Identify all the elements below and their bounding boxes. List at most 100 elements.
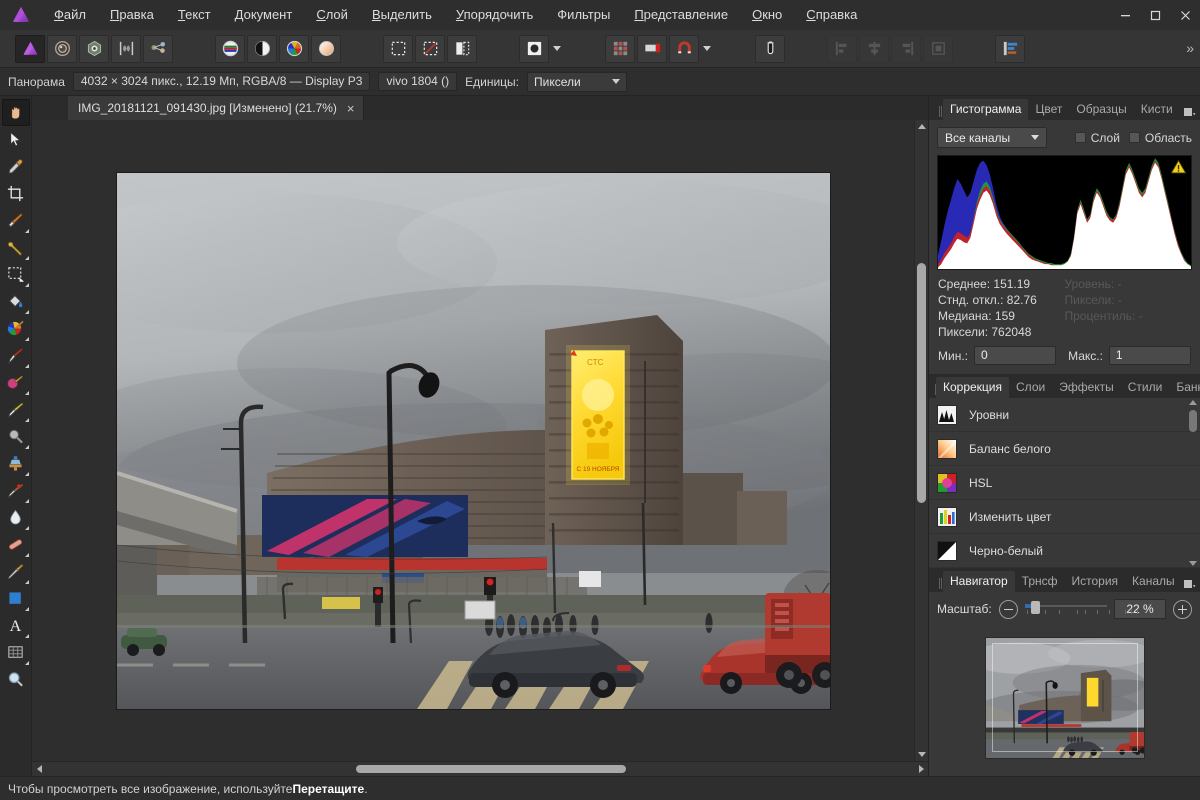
zoom-slider[interactable] <box>1025 601 1107 617</box>
horizontal-scroll-track[interactable] <box>46 762 914 776</box>
adjustment-item-hsl[interactable]: HSL <box>929 466 1200 500</box>
menu-select[interactable]: Выделить <box>360 0 444 30</box>
scroll-left-arrow-icon[interactable] <box>32 762 46 776</box>
shape-tool[interactable] <box>2 585 30 612</box>
export-persona-icon[interactable] <box>143 35 173 63</box>
paint-brush-tool[interactable] <box>2 342 30 369</box>
pixel-grid-icon[interactable] <box>605 35 635 63</box>
liquify-persona-icon[interactable] <box>47 35 77 63</box>
tab-stock[interactable]: Банк <box>1169 377 1200 398</box>
min-field[interactable]: 0 <box>974 346 1056 365</box>
text-tool[interactable]: A <box>2 612 30 639</box>
color-wheel-icon[interactable] <box>279 35 309 63</box>
pen-tool[interactable] <box>2 558 30 585</box>
marquee-selection-icon[interactable] <box>383 35 413 63</box>
units-select[interactable]: Пиксели <box>527 72 627 92</box>
develop-persona-icon[interactable] <box>79 35 109 63</box>
paint-mixer-tool[interactable] <box>2 315 30 342</box>
flood-fill-tool[interactable] <box>2 288 30 315</box>
adjustment-item-recolor[interactable]: Изменить цвет <box>929 500 1200 534</box>
tab-effects[interactable]: Эффекты <box>1052 377 1121 398</box>
panel-grip[interactable] <box>935 102 943 120</box>
zoom-value-field[interactable]: 22 % <box>1114 599 1166 619</box>
menu-arrange[interactable]: Упорядочить <box>444 0 545 30</box>
smudge-tool[interactable] <box>2 477 30 504</box>
tab-layers[interactable]: Слои <box>1009 377 1052 398</box>
tab-transform[interactable]: Трнсф <box>1015 571 1065 592</box>
retouch-tool[interactable] <box>2 207 30 234</box>
checkbox-box[interactable] <box>1075 132 1086 143</box>
zoom-out-icon[interactable] <box>999 600 1018 619</box>
refine-selection-icon[interactable] <box>447 35 477 63</box>
menu-edit[interactable]: Правка <box>98 0 166 30</box>
navigator-view-rect[interactable] <box>992 643 1138 752</box>
histogram-channel-select[interactable]: Все каналы <box>937 127 1047 148</box>
histogram-region-checkbox[interactable]: Область <box>1129 131 1192 145</box>
deselect-icon[interactable] <box>415 35 445 63</box>
scroll-up-arrow-icon[interactable] <box>915 120 928 133</box>
zoom-in-icon[interactable] <box>1173 600 1192 619</box>
adjustment-item-white-balance[interactable]: Баланс белого <box>929 432 1200 466</box>
menu-file[interactable]: Файл <box>42 0 98 30</box>
studio-layout-icon[interactable] <box>995 35 1025 63</box>
brush-preview-dropdown-caret-icon[interactable] <box>550 35 564 63</box>
view-pan-tool[interactable] <box>2 99 30 126</box>
clone-stamp-tool[interactable] <box>2 450 30 477</box>
vertical-scroll-thumb[interactable] <box>917 263 926 503</box>
snapping-dropdown-caret-icon[interactable] <box>700 35 714 63</box>
tab-histogram[interactable]: Гистограмма <box>943 99 1028 120</box>
marquee-tool[interactable] <box>2 261 30 288</box>
photo-persona-icon[interactable] <box>15 35 45 63</box>
maximize-icon[interactable] <box>1140 0 1170 30</box>
zoom-slider-handle[interactable] <box>1031 601 1040 614</box>
histogram-chart[interactable] <box>937 155 1192 270</box>
close-icon[interactable]: × <box>347 102 355 115</box>
panel-menu-icon[interactable] <box>1184 579 1196 590</box>
menu-filters[interactable]: Фильтры <box>545 0 622 30</box>
menu-document[interactable]: Документ <box>223 0 305 30</box>
adjustment-item-levels[interactable]: Уровни <box>929 398 1200 432</box>
crop-tool[interactable] <box>2 180 30 207</box>
menu-layer[interactable]: Слой <box>304 0 360 30</box>
menu-help[interactable]: Справка <box>794 0 869 30</box>
healing-tool[interactable] <box>2 531 30 558</box>
erase-brush-tool[interactable] <box>2 396 30 423</box>
tab-color[interactable]: Цвет <box>1028 99 1069 120</box>
checkbox-box[interactable] <box>1129 132 1140 143</box>
warning-triangle-icon[interactable] <box>1171 160 1186 174</box>
horizontal-scrollbar[interactable] <box>32 761 928 776</box>
tab-history[interactable]: История <box>1065 571 1126 592</box>
scroll-down-arrow-icon[interactable] <box>1189 561 1197 566</box>
tab-adjustments[interactable]: Коррекция <box>936 377 1009 398</box>
magnet-icon[interactable] <box>669 35 699 63</box>
adjustments-scrollbar[interactable] <box>1188 400 1198 566</box>
max-field[interactable]: 1 <box>1109 346 1191 365</box>
move-tool[interactable] <box>2 126 30 153</box>
brightness-contrast-icon[interactable] <box>247 35 277 63</box>
tab-brushes[interactable]: Кисти <box>1134 99 1180 120</box>
blur-tool[interactable] <box>2 504 30 531</box>
scroll-up-arrow-icon[interactable] <box>1189 400 1197 405</box>
tab-swatches[interactable]: Образцы <box>1069 99 1133 120</box>
selection-brush-tool[interactable] <box>2 234 30 261</box>
document-tab[interactable]: IMG_20181121_091430.jpg [Изменено] (21.7… <box>68 96 364 120</box>
zoom-tool[interactable] <box>2 666 30 693</box>
vertical-scrollbar[interactable] <box>914 120 928 761</box>
chevron-overflow-icon[interactable]: » <box>1186 40 1194 56</box>
mesh-warp-tool[interactable] <box>2 639 30 666</box>
tab-styles[interactable]: Стили <box>1121 377 1170 398</box>
navigator-preview-area[interactable] <box>929 626 1200 776</box>
horizontal-scroll-thumb[interactable] <box>356 765 626 773</box>
histogram-layer-checkbox[interactable]: Слой <box>1075 131 1120 145</box>
blend-brush-tool[interactable] <box>2 369 30 396</box>
scroll-down-arrow-icon[interactable] <box>915 748 928 761</box>
snapping-bar-icon[interactable] <box>637 35 667 63</box>
dodge-burn-tool[interactable] <box>2 423 30 450</box>
menu-view[interactable]: Представление <box>622 0 740 30</box>
canvas-viewport[interactable]: CTC С 19 НОЯБРЯ <box>32 120 914 761</box>
tone-mapping-persona-icon[interactable] <box>111 35 141 63</box>
menu-text[interactable]: Текст <box>166 0 223 30</box>
levels-adjustment-icon[interactable] <box>215 35 245 63</box>
adjustments-scroll-thumb[interactable] <box>1189 410 1197 432</box>
vertical-scroll-track[interactable] <box>915 133 928 748</box>
